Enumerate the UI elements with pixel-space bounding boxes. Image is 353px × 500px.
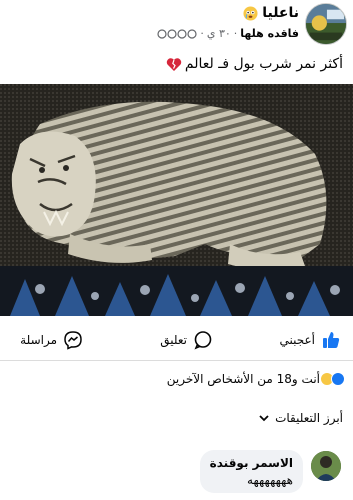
tiger-carpet-image <box>0 84 353 316</box>
messenger-icon <box>64 331 82 350</box>
post-action-bar: أعجبني تعليق مراسلة <box>0 324 353 358</box>
caption-text: أكثر نمر شرب بول فـ لعالم <box>184 56 343 72</box>
chevron-down-icon <box>259 415 269 422</box>
commenter-avatar[interactable] <box>311 451 341 481</box>
comment-author[interactable]: الاسمر بوقندة <box>210 456 293 470</box>
comment-bubble: الاسمر بوقندة هههههههه <box>199 450 303 493</box>
post-subline: فاقده هلها · ٣٠ ي · <box>157 27 299 40</box>
like-button[interactable]: أعجبني <box>280 330 341 350</box>
post-caption: أكثر نمر شرب بول فـ لعالم <box>166 56 343 72</box>
crying-face-icon <box>243 5 258 21</box>
comment-bubble-icon <box>194 331 212 350</box>
reaction-icons <box>320 372 345 386</box>
post-author[interactable]: فاقده هلها <box>240 27 299 40</box>
post-time[interactable]: ٣٠ ي <box>207 27 231 40</box>
group-members-icon <box>157 28 197 39</box>
message-button[interactable]: مراسلة <box>20 330 83 350</box>
page-name[interactable]: ناعليا <box>243 5 299 21</box>
comment-button[interactable]: تعليق <box>160 330 213 350</box>
like-label: أعجبني <box>279 333 315 347</box>
like-reaction-icon <box>331 372 345 386</box>
post-header: ناعليا فاقده هلها · ٣٠ ي · <box>0 0 353 52</box>
message-label: مراسلة <box>20 333 57 347</box>
top-comments-label: أبرز التعليقات <box>275 411 343 425</box>
comment-label: تعليق <box>160 333 187 347</box>
thumbs-up-icon <box>323 332 340 348</box>
page-avatar[interactable] <box>305 3 347 45</box>
top-comments-filter[interactable]: أبرز التعليقات <box>259 411 343 425</box>
action-divider <box>0 360 353 361</box>
separator-dot: · <box>200 27 204 40</box>
reactions-text: أنت و18 من الأشخاص الآخرين <box>166 372 320 386</box>
reactions-summary[interactable]: أنت و18 من الأشخاص الآخرين <box>167 372 345 386</box>
broken-heart-icon <box>166 57 182 71</box>
separator-dot: · <box>233 27 238 40</box>
post-photo[interactable] <box>0 84 353 316</box>
page-name-text[interactable]: ناعليا <box>262 5 299 21</box>
comment-text: هههههههه <box>247 473 293 487</box>
